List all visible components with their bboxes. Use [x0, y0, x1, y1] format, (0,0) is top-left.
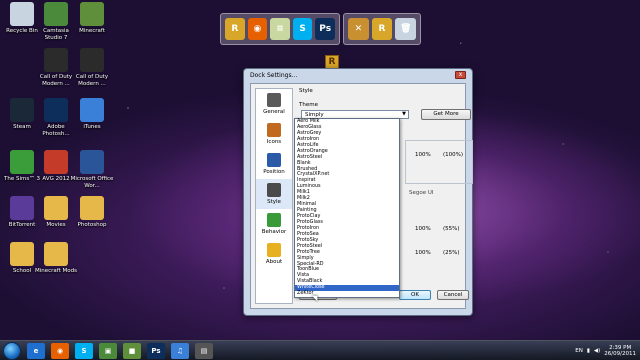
close-button[interactable]: x	[455, 71, 466, 79]
settings-group-box	[405, 140, 473, 184]
sidebar-item-about[interactable]: About	[256, 239, 292, 269]
rocketdock-icon[interactable]: R	[371, 18, 393, 40]
folder-icon	[10, 242, 34, 266]
general-icon	[267, 93, 281, 107]
folder-icon	[44, 242, 68, 266]
taskbar-camtasia-icon[interactable]: ▣	[99, 342, 117, 359]
steam-icon	[10, 98, 34, 122]
desktop-icon-label: Photoshop	[77, 222, 107, 228]
desktop-icon-label: iTunes	[83, 124, 101, 130]
desktop-icon-label: Call of Duty Modern ...	[75, 74, 109, 87]
language-indicator[interactable]: EN	[575, 348, 583, 354]
percent-1: 100%	[415, 152, 431, 158]
theme-label: Theme	[299, 102, 318, 108]
system-tray: EN ▮ ◀) 2:39 PM 26/09/2011	[575, 341, 636, 360]
notes-icon[interactable]: ≡	[270, 18, 290, 40]
desktop-icon-label: Microsoft Office Wor...	[70, 176, 114, 189]
sidebar-item-behavior[interactable]: Behavior	[256, 209, 292, 239]
desktop-icon-mc-mods[interactable]: Minecraft Mods	[34, 242, 78, 275]
clock[interactable]: 2:39 PM 26/09/2011	[604, 345, 636, 358]
percent-1b: (100%)	[443, 152, 464, 158]
theme-dropdown-list[interactable]: Aero Milk AeroGlass AstroGrey AstroIron Astr…	[294, 118, 400, 299]
call-of-duty-2-icon	[80, 48, 104, 72]
firefox-icon[interactable]: ◉	[247, 18, 268, 40]
dock-floating-stack-icon[interactable]: R	[325, 55, 339, 69]
sidebar-item-label: Style	[267, 199, 281, 205]
clock-date: 26/09/2011	[604, 351, 636, 357]
dialog-titlebar[interactable]: Dock Settings... x	[244, 69, 472, 81]
section-label-style: Style	[299, 88, 313, 94]
sidebar-item-label: Behavior	[261, 229, 287, 235]
recycle-bin-icon	[10, 2, 34, 26]
minecraft-icon	[80, 2, 104, 26]
dialog-title: Dock Settings...	[250, 71, 298, 79]
desktop-icon-minecraft[interactable]: Minecraft	[70, 2, 114, 35]
taskbar-rocketdock-icon[interactable]: ▤	[195, 342, 213, 359]
about-icon	[267, 243, 281, 257]
dock-group-1: R ◉ ≡ S Ps	[220, 13, 340, 45]
font-preview: Segoe UI	[409, 190, 434, 196]
icons-icon	[267, 123, 281, 137]
sidebar-item-general[interactable]: General	[256, 89, 292, 119]
position-icon	[267, 153, 281, 167]
taskbar-itunes-icon[interactable]: ♫	[171, 342, 189, 359]
taskbar: e ◉ S ▣ ■ Ps ♫ ▤ EN ▮ ◀) 2:39 PM 26/09/2011	[0, 340, 640, 360]
desktop-icon-word[interactable]: Microsoft Office Wor...	[70, 150, 114, 189]
camtasia-icon	[44, 2, 68, 26]
tools-icon[interactable]: ✕	[348, 18, 369, 40]
desktop-icon-itunes[interactable]: iTunes	[70, 98, 114, 131]
start-button[interactable]	[3, 341, 21, 360]
desktop-icon-photoshop-folder[interactable]: Photoshop	[70, 196, 114, 229]
taskbar-minecraft-icon[interactable]: ■	[123, 342, 141, 359]
dock-stack-icon[interactable]: R	[225, 18, 245, 40]
folder-icon	[44, 196, 68, 220]
itunes-icon	[80, 98, 104, 122]
percent-2b: (55%)	[443, 226, 460, 232]
recycle-bin-icon[interactable]: 🗑	[395, 18, 417, 40]
percent-3b: (25%)	[443, 250, 460, 256]
sidebar-item-position[interactable]: Position	[256, 149, 292, 179]
theme-option[interactable]: ZeKtor	[295, 290, 399, 297]
sidebar-item-label: Icons	[266, 139, 282, 145]
desktop-icon-label: Minecraft Mods	[34, 268, 77, 274]
word-icon	[80, 150, 104, 174]
sidebar-item-label: General	[263, 109, 285, 115]
taskbar-skype-icon[interactable]: S	[75, 342, 93, 359]
settings-sidebar: General Icons Position Style Behavior About	[255, 88, 293, 304]
taskbar-items: e ◉ S ▣ ■ Ps ♫ ▤	[21, 342, 213, 359]
call-of-duty-icon	[44, 48, 68, 72]
taskbar-firefox-icon[interactable]: ◉	[51, 342, 69, 359]
photoshop-icon	[44, 98, 68, 122]
percent-2: 100%	[415, 226, 431, 232]
sidebar-item-label: Position	[263, 169, 285, 175]
volume-icon[interactable]: ◀)	[594, 348, 600, 354]
sidebar-item-style[interactable]: Style	[256, 179, 292, 209]
ok-button[interactable]: OK	[399, 290, 431, 300]
desktop-icon-label: Minecraft	[79, 28, 105, 34]
photoshop-icon[interactable]: Ps	[315, 18, 335, 40]
percent-3: 100%	[415, 250, 431, 256]
behavior-icon	[267, 213, 281, 227]
bittorrent-icon	[10, 196, 34, 220]
sims-icon	[10, 150, 34, 174]
sidebar-item-label: About	[265, 259, 283, 265]
desktop-icon-cod2[interactable]: Call of Duty Modern ...	[70, 48, 114, 87]
sidebar-item-icons[interactable]: Icons	[256, 119, 292, 149]
skype-icon[interactable]: S	[292, 18, 313, 40]
get-more-button[interactable]: Get More	[421, 109, 471, 120]
dock-group-2: ✕ R 🗑	[343, 13, 421, 45]
network-icon[interactable]: ▮	[587, 348, 590, 354]
avg-icon	[44, 150, 68, 174]
chevron-down-icon[interactable]: ▼	[402, 111, 406, 117]
folder-icon	[80, 196, 104, 220]
taskbar-ie-icon[interactable]: e	[27, 342, 45, 359]
taskbar-photoshop-icon[interactable]: Ps	[147, 342, 165, 359]
cancel-button[interactable]: Cancel	[437, 290, 469, 300]
style-icon	[267, 183, 281, 197]
